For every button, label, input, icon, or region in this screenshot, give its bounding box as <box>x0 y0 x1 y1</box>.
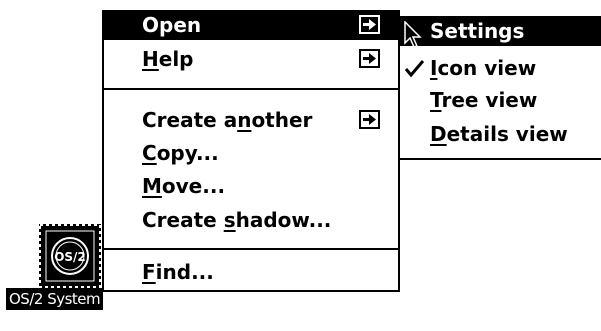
menu-item-create-another[interactable]: Create another <box>104 105 398 135</box>
arrow-right-icon <box>359 110 380 129</box>
menu-item-move[interactable]: Move... <box>104 171 398 201</box>
arrow-right-icon <box>359 49 380 68</box>
menu-item-label: Move... <box>142 174 226 198</box>
mouse-pointer-icon <box>404 20 424 53</box>
menu-item-label: Find... <box>142 260 214 284</box>
submenu-item-details-view[interactable]: Details view <box>400 119 601 149</box>
context-menu: Open Help Create another Copy... Move...… <box>102 10 400 292</box>
arrow-right-icon <box>359 15 380 34</box>
menu-item-help[interactable]: Help <box>104 44 398 74</box>
submenu-item-icon-view[interactable]: Icon view <box>400 53 601 83</box>
submenu-item-tree-view[interactable]: Tree view <box>400 85 601 115</box>
menu-item-label: Create shadow... <box>142 208 332 232</box>
submenu-item-label: Settings <box>430 19 525 43</box>
menu-item-copy[interactable]: Copy... <box>104 138 398 168</box>
menu-item-open[interactable]: Open <box>104 10 398 40</box>
submenu-item-label: Details view <box>430 122 568 146</box>
open-submenu: Settings Icon view Tree view Details vie… <box>400 10 601 160</box>
menu-item-label: Copy... <box>142 141 219 165</box>
menu-item-find[interactable]: Find... <box>104 257 398 287</box>
menu-item-create-shadow[interactable]: Create shadow... <box>104 205 398 235</box>
menu-separator <box>104 88 398 90</box>
menu-item-label: Create another <box>142 108 313 132</box>
menu-item-label: Open <box>142 13 202 37</box>
checkmark-icon <box>404 53 426 83</box>
menu-item-label: Help <box>142 47 194 71</box>
submenu-item-label: Tree view <box>430 88 538 112</box>
icon-emblem-text: OS/2 <box>54 250 86 264</box>
menu-separator <box>104 248 398 250</box>
desktop-icon-label[interactable]: OS/2 System <box>6 288 104 310</box>
submenu-item-label: Icon view <box>430 56 537 80</box>
submenu-item-settings[interactable]: Settings <box>400 16 601 46</box>
os2-system-folder-icon[interactable]: OS/2 <box>37 222 103 290</box>
